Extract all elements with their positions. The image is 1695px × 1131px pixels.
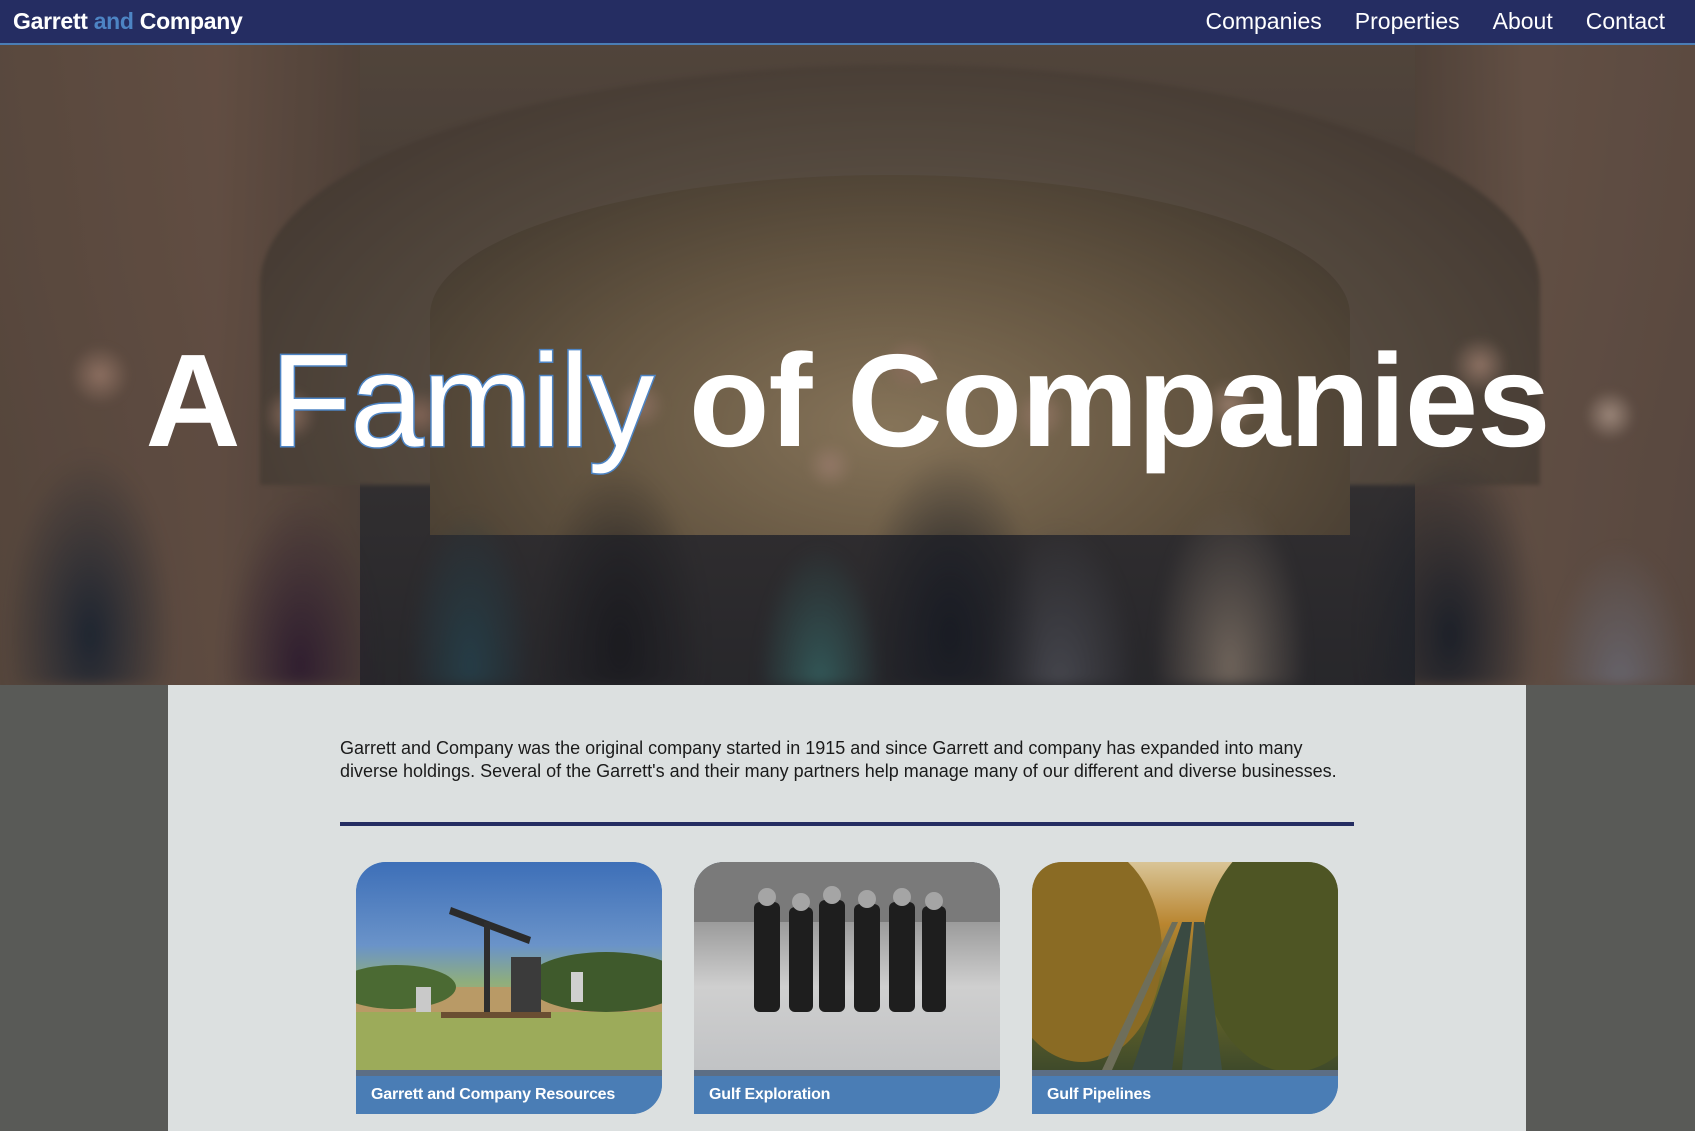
top-navbar: Garrett and Company Companies Properties… — [0, 0, 1695, 45]
brand-logo[interactable]: Garrett and Company — [13, 8, 243, 35]
nav-links: Companies Properties About Contact — [1205, 8, 1665, 35]
card-gulf-exploration[interactable]: Gulf Exploration — [694, 862, 1000, 1114]
oil-pumpjack-photo — [356, 862, 662, 1070]
card-label[interactable]: Gulf Pipelines — [1032, 1076, 1338, 1114]
brand-text-garrett: Garrett — [13, 8, 88, 34]
card-label[interactable]: Garrett and Company Resources — [356, 1076, 662, 1114]
hero-title-word-of-companies: of Companies — [688, 327, 1551, 474]
nav-link-contact[interactable]: Contact — [1586, 8, 1665, 35]
hero-title-word-a: A — [145, 327, 235, 474]
hero-banner: A Family of Companies — [0, 45, 1695, 685]
hero-title: A Family of Companies — [0, 333, 1695, 468]
nav-link-companies[interactable]: Companies — [1205, 8, 1321, 35]
brand-text-and: and — [93, 8, 134, 34]
main-content: Garrett and Company was the original com… — [168, 685, 1526, 1131]
historic-group-photo — [694, 862, 1000, 1070]
card-gulf-pipelines[interactable]: Gulf Pipelines — [1032, 862, 1338, 1114]
brand-text-company: Company — [139, 8, 243, 34]
company-cards: Garrett and Company Resources Gulf Explo… — [356, 862, 1338, 1114]
hero-title-word-family: Family — [269, 327, 656, 474]
card-label[interactable]: Gulf Exploration — [694, 1076, 1000, 1114]
intro-paragraph: Garrett and Company was the original com… — [340, 738, 1337, 781]
pipeline-forest-photo — [1032, 862, 1338, 1072]
nav-link-about[interactable]: About — [1493, 8, 1553, 35]
section-divider — [340, 822, 1354, 826]
nav-link-properties[interactable]: Properties — [1355, 8, 1460, 35]
card-garrett-resources[interactable]: Garrett and Company Resources — [356, 862, 662, 1114]
